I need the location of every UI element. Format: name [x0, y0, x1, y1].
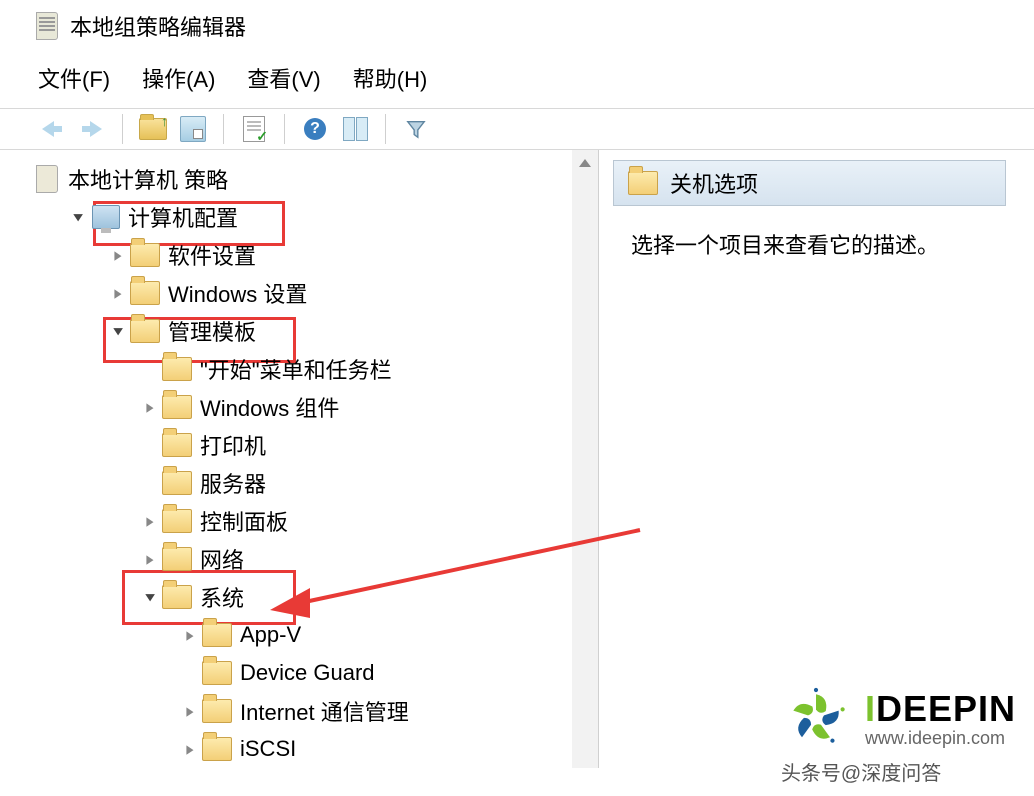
toolbar-separator: [122, 114, 123, 144]
tree-label: 服务器: [200, 467, 266, 499]
policy-icon: [36, 165, 58, 193]
menu-file[interactable]: 文件(F): [38, 62, 110, 94]
tree-label: Internet 通信管理: [240, 695, 409, 727]
chevron-right-icon[interactable]: [180, 625, 200, 645]
showhide-console-button[interactable]: [341, 115, 369, 143]
tree-item-control-panel[interactable]: 控制面板: [28, 502, 568, 540]
menu-help[interactable]: 帮助(H): [353, 62, 428, 94]
tree-item-device-guard[interactable]: Device Guard: [28, 654, 568, 692]
tree-item-network[interactable]: 网络: [28, 540, 568, 578]
tree-label: Device Guard: [240, 660, 375, 686]
tree-item-computer-config[interactable]: 计算机配置: [28, 198, 568, 236]
window-title: 本地组策略编辑器: [70, 10, 246, 42]
tree-root[interactable]: 本地计算机 策略: [28, 160, 568, 198]
watermark-credit: 头条号@深度问答: [781, 757, 1016, 786]
folder-icon: [202, 623, 232, 647]
folder-icon: [202, 737, 232, 761]
folder-icon: [130, 319, 160, 343]
chevron-right-icon[interactable]: [140, 511, 160, 531]
tree-item-admin-templates[interactable]: 管理模板: [28, 312, 568, 350]
chevron-right-icon[interactable]: [140, 397, 160, 417]
tree-label: Windows 设置: [168, 277, 307, 309]
chevron-down-icon[interactable]: [140, 587, 160, 607]
forward-button[interactable]: [78, 115, 106, 143]
app-icon: [36, 12, 58, 40]
computer-icon: [92, 205, 120, 229]
chevron-right-icon[interactable]: [180, 739, 200, 759]
tree-item-appv[interactable]: App-V: [28, 616, 568, 654]
tree-label: 计算机配置: [128, 201, 238, 233]
folder-icon: [202, 661, 232, 685]
watermark-domain: www.ideepin.com: [865, 728, 1016, 749]
tree-item-start-taskbar[interactable]: "开始"菜单和任务栏: [28, 350, 568, 388]
tree-item-internet-comm[interactable]: Internet 通信管理: [28, 692, 568, 730]
tree-item-windows-settings[interactable]: Windows 设置: [28, 274, 568, 312]
up-folder-button[interactable]: [139, 115, 167, 143]
properties-button[interactable]: [179, 115, 207, 143]
details-header: 关机选项: [613, 160, 1006, 206]
scroll-up-icon[interactable]: [572, 150, 598, 176]
toolbar: ?: [0, 108, 1034, 150]
tree-label: "开始"菜单和任务栏: [200, 353, 392, 385]
tree: 本地计算机 策略 计算机配置 软件设置 Windows 设置: [28, 150, 568, 768]
tree-label: 管理模板: [168, 315, 256, 347]
expander-none: [140, 360, 160, 378]
console-tree-pane: 本地计算机 策略 计算机配置 软件设置 Windows 设置: [28, 150, 568, 768]
folder-icon: [162, 547, 192, 571]
folder-icon: [202, 699, 232, 723]
tree-label: 网络: [200, 543, 244, 575]
titlebar: 本地组策略编辑器: [0, 0, 1034, 48]
folder-icon: [628, 171, 658, 195]
expander-none: [140, 436, 160, 454]
folder-icon: [162, 433, 192, 457]
folder-icon: [162, 585, 192, 609]
menu-action[interactable]: 操作(A): [142, 62, 215, 94]
tree-label: iSCSI: [240, 736, 296, 762]
menubar: 文件(F) 操作(A) 查看(V) 帮助(H): [0, 48, 1034, 108]
tree-item-windows-components[interactable]: Windows 组件: [28, 388, 568, 426]
tree-label: Windows 组件: [200, 391, 339, 423]
folder-icon: [162, 357, 192, 381]
filter-button[interactable]: [402, 115, 430, 143]
tree-label: 本地计算机 策略: [68, 163, 228, 195]
menu-view[interactable]: 查看(V): [247, 62, 320, 94]
folder-icon: [162, 471, 192, 495]
details-pane: 关机选项 选择一个项目来查看它的描述。: [598, 150, 1006, 768]
toolbar-separator: [385, 114, 386, 144]
export-list-button[interactable]: [240, 115, 268, 143]
tree-item-server[interactable]: 服务器: [28, 464, 568, 502]
chevron-right-icon[interactable]: [180, 701, 200, 721]
watermark: IDEEPIN www.ideepin.com 头条号@深度问答: [781, 683, 1016, 786]
help-button[interactable]: ?: [301, 115, 329, 143]
toolbar-separator: [223, 114, 224, 144]
toolbar-separator: [284, 114, 285, 144]
ideepin-logo-icon: [781, 683, 851, 753]
folder-icon: [162, 509, 192, 533]
chevron-down-icon[interactable]: [108, 321, 128, 341]
chevron-right-icon[interactable]: [140, 549, 160, 569]
tree-item-software-settings[interactable]: 软件设置: [28, 236, 568, 274]
chevron-right-icon[interactable]: [108, 283, 128, 303]
expander-none: [140, 474, 160, 492]
tree-label: 系统: [200, 581, 244, 613]
vertical-scrollbar[interactable]: [572, 150, 598, 768]
expander-none: [180, 664, 200, 682]
tree-item-printers[interactable]: 打印机: [28, 426, 568, 464]
tree-label: 软件设置: [168, 239, 256, 271]
tree-label: 控制面板: [200, 505, 288, 537]
splitter[interactable]: [568, 150, 598, 768]
tree-item-iscsi[interactable]: iSCSI: [28, 730, 568, 768]
details-title: 关机选项: [670, 167, 758, 199]
chevron-down-icon[interactable]: [68, 207, 88, 227]
details-description: 选择一个项目来查看它的描述。: [613, 228, 1006, 260]
folder-icon: [130, 281, 160, 305]
chevron-right-icon[interactable]: [108, 245, 128, 265]
folder-icon: [162, 395, 192, 419]
back-button[interactable]: [38, 115, 66, 143]
tree-label: 打印机: [200, 429, 266, 461]
tree-item-system[interactable]: 系统: [28, 578, 568, 616]
watermark-brand: IDEEPIN: [865, 688, 1016, 730]
folder-icon: [130, 243, 160, 267]
tree-label: App-V: [240, 622, 301, 648]
